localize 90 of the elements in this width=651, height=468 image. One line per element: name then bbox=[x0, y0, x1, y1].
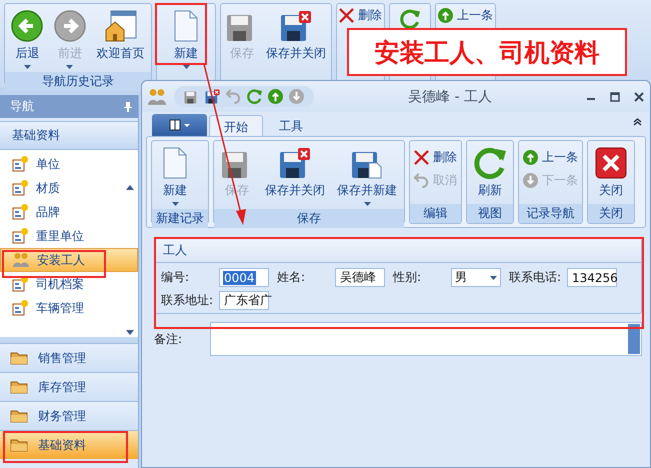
people-icon bbox=[148, 88, 166, 106]
input-field[interactable]: 0004 bbox=[219, 268, 269, 287]
pin-icon[interactable] bbox=[124, 102, 132, 112]
ribbon-button[interactable]: 上一条 bbox=[523, 149, 578, 166]
nav-item[interactable]: 单位 bbox=[0, 152, 120, 176]
ribbon-tab[interactable]: 开始 bbox=[209, 115, 263, 136]
floppy-disk-x-icon bbox=[205, 89, 220, 104]
folder-icon bbox=[10, 409, 28, 423]
scrollbar[interactable] bbox=[628, 324, 640, 354]
group-title: 工人 bbox=[155, 239, 641, 263]
ribbon-button[interactable]: 上一条 bbox=[438, 7, 493, 24]
application-menu-button[interactable] bbox=[152, 114, 207, 136]
form-star-icon bbox=[12, 204, 28, 220]
group-label: 视图 bbox=[467, 204, 513, 223]
house-page-icon bbox=[104, 10, 137, 42]
ribbon-tab[interactable]: 工具 bbox=[265, 115, 317, 136]
field-label: 联系地址: bbox=[161, 292, 214, 309]
people-icon bbox=[13, 252, 29, 268]
ribbon-button[interactable]: 保存并新建 bbox=[332, 144, 402, 209]
form-star-icon bbox=[12, 156, 28, 172]
ribbon-button[interactable]: 关闭 bbox=[590, 144, 632, 202]
gender-dropdown[interactable]: 男 bbox=[451, 268, 501, 287]
field-label: 性别: bbox=[393, 269, 422, 286]
nav-group[interactable]: 财务管理 bbox=[0, 401, 138, 430]
field-label: 联系电话: bbox=[509, 269, 562, 286]
collapse-ribbon-icon[interactable] bbox=[633, 118, 642, 126]
caret-icon bbox=[182, 65, 190, 69]
field-label: 姓名: bbox=[277, 269, 306, 286]
refresh-icon bbox=[474, 147, 506, 179]
refresh-icon bbox=[400, 9, 420, 29]
nav-item[interactable]: 材质 bbox=[0, 176, 120, 200]
nav-group[interactable]: 库存管理 bbox=[0, 372, 138, 401]
form-star-icon bbox=[12, 276, 28, 292]
nav-item[interactable]: 安装工人 bbox=[0, 248, 138, 272]
pane-title: 导航 bbox=[10, 98, 34, 115]
caret-icon bbox=[364, 202, 370, 206]
ribbon-button[interactable]: 新建 bbox=[167, 7, 205, 72]
undo-icon bbox=[226, 89, 241, 104]
x-mark-icon bbox=[339, 8, 354, 23]
field-label: 编号: bbox=[161, 269, 190, 286]
nav-item[interactable]: 重里单位 bbox=[0, 224, 120, 248]
ribbon-button[interactable]: 新建 bbox=[154, 144, 196, 209]
undo-icon bbox=[414, 173, 429, 188]
scroll-down-icon[interactable] bbox=[126, 330, 134, 335]
nav-item[interactable]: 车辆管理 bbox=[0, 296, 120, 320]
group-label: 导航历史记录 bbox=[5, 72, 151, 91]
annotation-banner: 安装工人、司机资料 bbox=[347, 28, 627, 76]
input-field[interactable]: 吴德峰 bbox=[335, 268, 385, 287]
caret-icon bbox=[172, 202, 178, 206]
refresh-icon bbox=[247, 89, 262, 104]
ribbon-button[interactable]: 保存并关闭 bbox=[260, 144, 330, 202]
close-icon bbox=[595, 147, 627, 179]
ribbon-button[interactable]: 刷新 bbox=[469, 144, 511, 202]
ribbon-button[interactable]: 保存并关闭 bbox=[263, 7, 329, 65]
nav-item[interactable]: 品牌 bbox=[0, 200, 120, 224]
nav-group[interactable]: 基础资料 bbox=[0, 430, 138, 459]
notes-field[interactable] bbox=[210, 322, 642, 356]
group-label: 记录导航 bbox=[519, 204, 582, 223]
form-star-icon bbox=[12, 180, 28, 196]
floppy-disk-x-icon bbox=[279, 147, 311, 179]
book-caret-icon bbox=[168, 119, 190, 131]
folder-icon bbox=[10, 380, 28, 394]
folder-icon bbox=[10, 438, 28, 452]
close-icon[interactable] bbox=[634, 92, 644, 102]
nav-item[interactable]: 司机档案 bbox=[0, 272, 120, 296]
caret-icon bbox=[24, 65, 31, 69]
field-label: 备注: bbox=[154, 330, 184, 348]
input-field[interactable]: 134256 bbox=[567, 268, 617, 287]
scroll-up-icon[interactable] bbox=[126, 185, 134, 190]
ribbon-button[interactable]: 后退 bbox=[8, 7, 46, 72]
input-field[interactable]: 广东省广 bbox=[219, 291, 269, 310]
caret-icon bbox=[490, 276, 497, 280]
group-label: 保存 bbox=[214, 209, 404, 228]
ribbon-button[interactable]: 删除 bbox=[339, 7, 382, 24]
group-label: 编辑 bbox=[410, 204, 461, 223]
section-header: 基础资料 bbox=[0, 121, 138, 150]
form-star-icon bbox=[12, 228, 28, 244]
annotation-frame bbox=[155, 3, 207, 65]
ribbon-button[interactable]: 删除 bbox=[414, 149, 457, 166]
floppy-disk-x-icon bbox=[280, 10, 312, 42]
x-mark-icon bbox=[414, 150, 429, 165]
folder-icon bbox=[10, 351, 28, 365]
caret-icon bbox=[66, 65, 74, 69]
maximize-icon[interactable] bbox=[610, 92, 620, 102]
group-label: 新建记录 bbox=[152, 209, 208, 228]
ribbon-button[interactable]: 欢迎首页 bbox=[94, 7, 148, 65]
group-label: 关闭 bbox=[588, 204, 634, 223]
window-title: 吴德峰 - 工人 bbox=[407, 88, 493, 106]
nav-group[interactable]: 销售管理 bbox=[0, 343, 138, 372]
form-star-icon bbox=[12, 300, 28, 316]
